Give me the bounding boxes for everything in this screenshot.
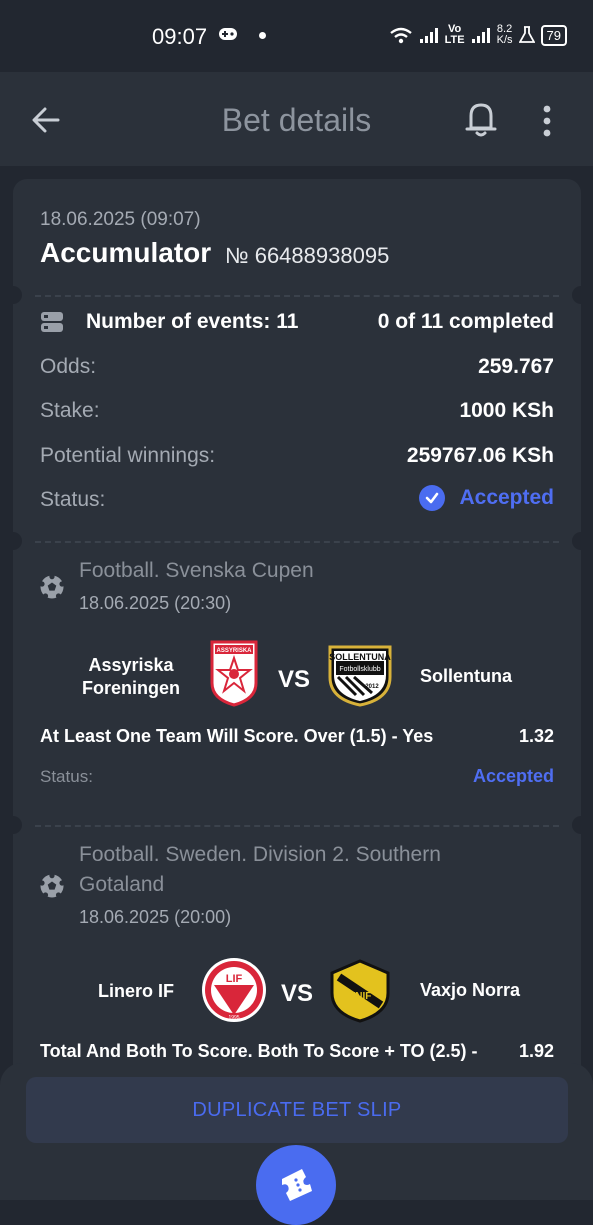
svg-text:ASSYRISKA: ASSYRISKA	[216, 648, 252, 654]
ticket-notch-left	[13, 532, 22, 550]
odds-label: Odds:	[40, 355, 97, 378]
check-circle-icon	[419, 485, 446, 511]
versus-label: VS	[281, 980, 314, 1007]
bet-slip-fab[interactable]	[256, 1145, 336, 1225]
event-market: Total And Both To Score. Both To Score +…	[40, 1041, 478, 1061]
winnings-value: 259767.06 KSh	[406, 444, 554, 467]
stake-label: Stake:	[40, 399, 100, 422]
event-date: 18.06.2025 (20:30)	[79, 593, 232, 613]
event-league: Football. Svenska Cupen	[79, 559, 314, 582]
ticket-icon	[282, 1169, 312, 1201]
bet-status: Accepted	[419, 485, 554, 511]
svg-text:SOLLENTUNA: SOLLENTUNA	[329, 652, 391, 662]
ticket-notch-left	[13, 816, 22, 834]
bet-status-value: Accepted	[459, 486, 554, 509]
bet-date: 18.06.2025 (09:07)	[40, 209, 201, 230]
app-bar: Bet details	[0, 72, 593, 166]
versus-label: VS	[278, 666, 311, 693]
duplicate-bet-slip-button[interactable]: DUPLICATE BET SLIP	[26, 1077, 568, 1143]
events-count: Number of events: 11	[86, 310, 299, 333]
event-market: At Least One Team Will Score. Over (1.5)…	[40, 726, 434, 746]
event-status-label: Status:	[40, 767, 93, 786]
ticket-notch-right	[572, 816, 581, 834]
event-date: 18.06.2025 (20:00)	[79, 907, 232, 927]
odds-value: 259.767	[478, 355, 554, 378]
team-logo-linero: LIF 1995	[202, 958, 266, 1022]
status-time: 09:07	[152, 24, 208, 49]
football-icon	[39, 574, 65, 599]
bet-type: Accumulator	[40, 237, 212, 268]
wifi-icon	[389, 27, 412, 44]
system-status-bar: 09:07 Vo LTE 8.2 K/s 79	[0, 0, 593, 72]
stake-value: 1000 KSh	[459, 399, 554, 422]
ticket-notch-right	[572, 532, 581, 550]
ticket-notch-left	[13, 286, 22, 304]
status-indicators: Vo LTE 8.2 K/s 79	[389, 20, 567, 50]
notification-dot	[259, 32, 266, 39]
status-label: Status:	[40, 488, 106, 511]
lab-flask-icon	[518, 26, 535, 43]
signal-icon-2	[471, 28, 490, 43]
events-completed: 0 of 11 completed	[377, 310, 554, 333]
ticket-notch-right	[572, 286, 581, 304]
svg-text:VNIF: VNIF	[349, 991, 372, 1002]
event-odds: 1.32	[518, 726, 554, 746]
bet-number: № 66488938095	[225, 243, 390, 268]
svg-text:Fotbollsklubb: Fotbollsklubb	[339, 666, 380, 673]
gamepad-icon	[219, 28, 237, 40]
svg-text:LIF: LIF	[226, 973, 243, 985]
network-speed: 8.2 K/s	[496, 23, 513, 46]
away-team-name: Sollentuna	[420, 666, 513, 686]
event-odds: 1.92	[518, 1041, 554, 1061]
team-logo-vaxjo-norra: VNIF	[330, 959, 390, 1023]
bell-icon[interactable]	[464, 100, 498, 138]
event-league: Football. Sweden. Division 2. Southern G…	[79, 843, 441, 896]
home-team-name: Linero IF	[98, 981, 174, 1001]
list-icon	[41, 312, 63, 332]
football-icon	[39, 873, 65, 898]
page-title: Bet details	[221, 102, 372, 138]
team-logo-assyriska: ASSYRISKA	[210, 640, 258, 707]
svg-text:1995: 1995	[228, 1015, 239, 1021]
away-team-name: Vaxjo Norra	[420, 980, 521, 1000]
divider	[35, 541, 559, 543]
signal-icon	[419, 28, 438, 43]
winnings-label: Potential winnings:	[40, 444, 216, 467]
more-vertical-icon[interactable]	[540, 104, 554, 138]
battery-level: 79	[540, 24, 567, 46]
event-status-value: Accepted	[472, 766, 554, 786]
divider	[35, 295, 559, 297]
bet-ticket-card: 18.06.2025 (09:07) Accumulator № 6648893…	[13, 179, 581, 1179]
svg-text:2012: 2012	[365, 684, 379, 690]
home-team-name: Assyriska Foreningen	[82, 655, 180, 698]
network-type: Vo LTE	[444, 23, 465, 46]
divider	[35, 825, 559, 827]
team-logo-sollentuna: SOLLENTUNA Fotbollsklubb 2012	[328, 645, 392, 707]
